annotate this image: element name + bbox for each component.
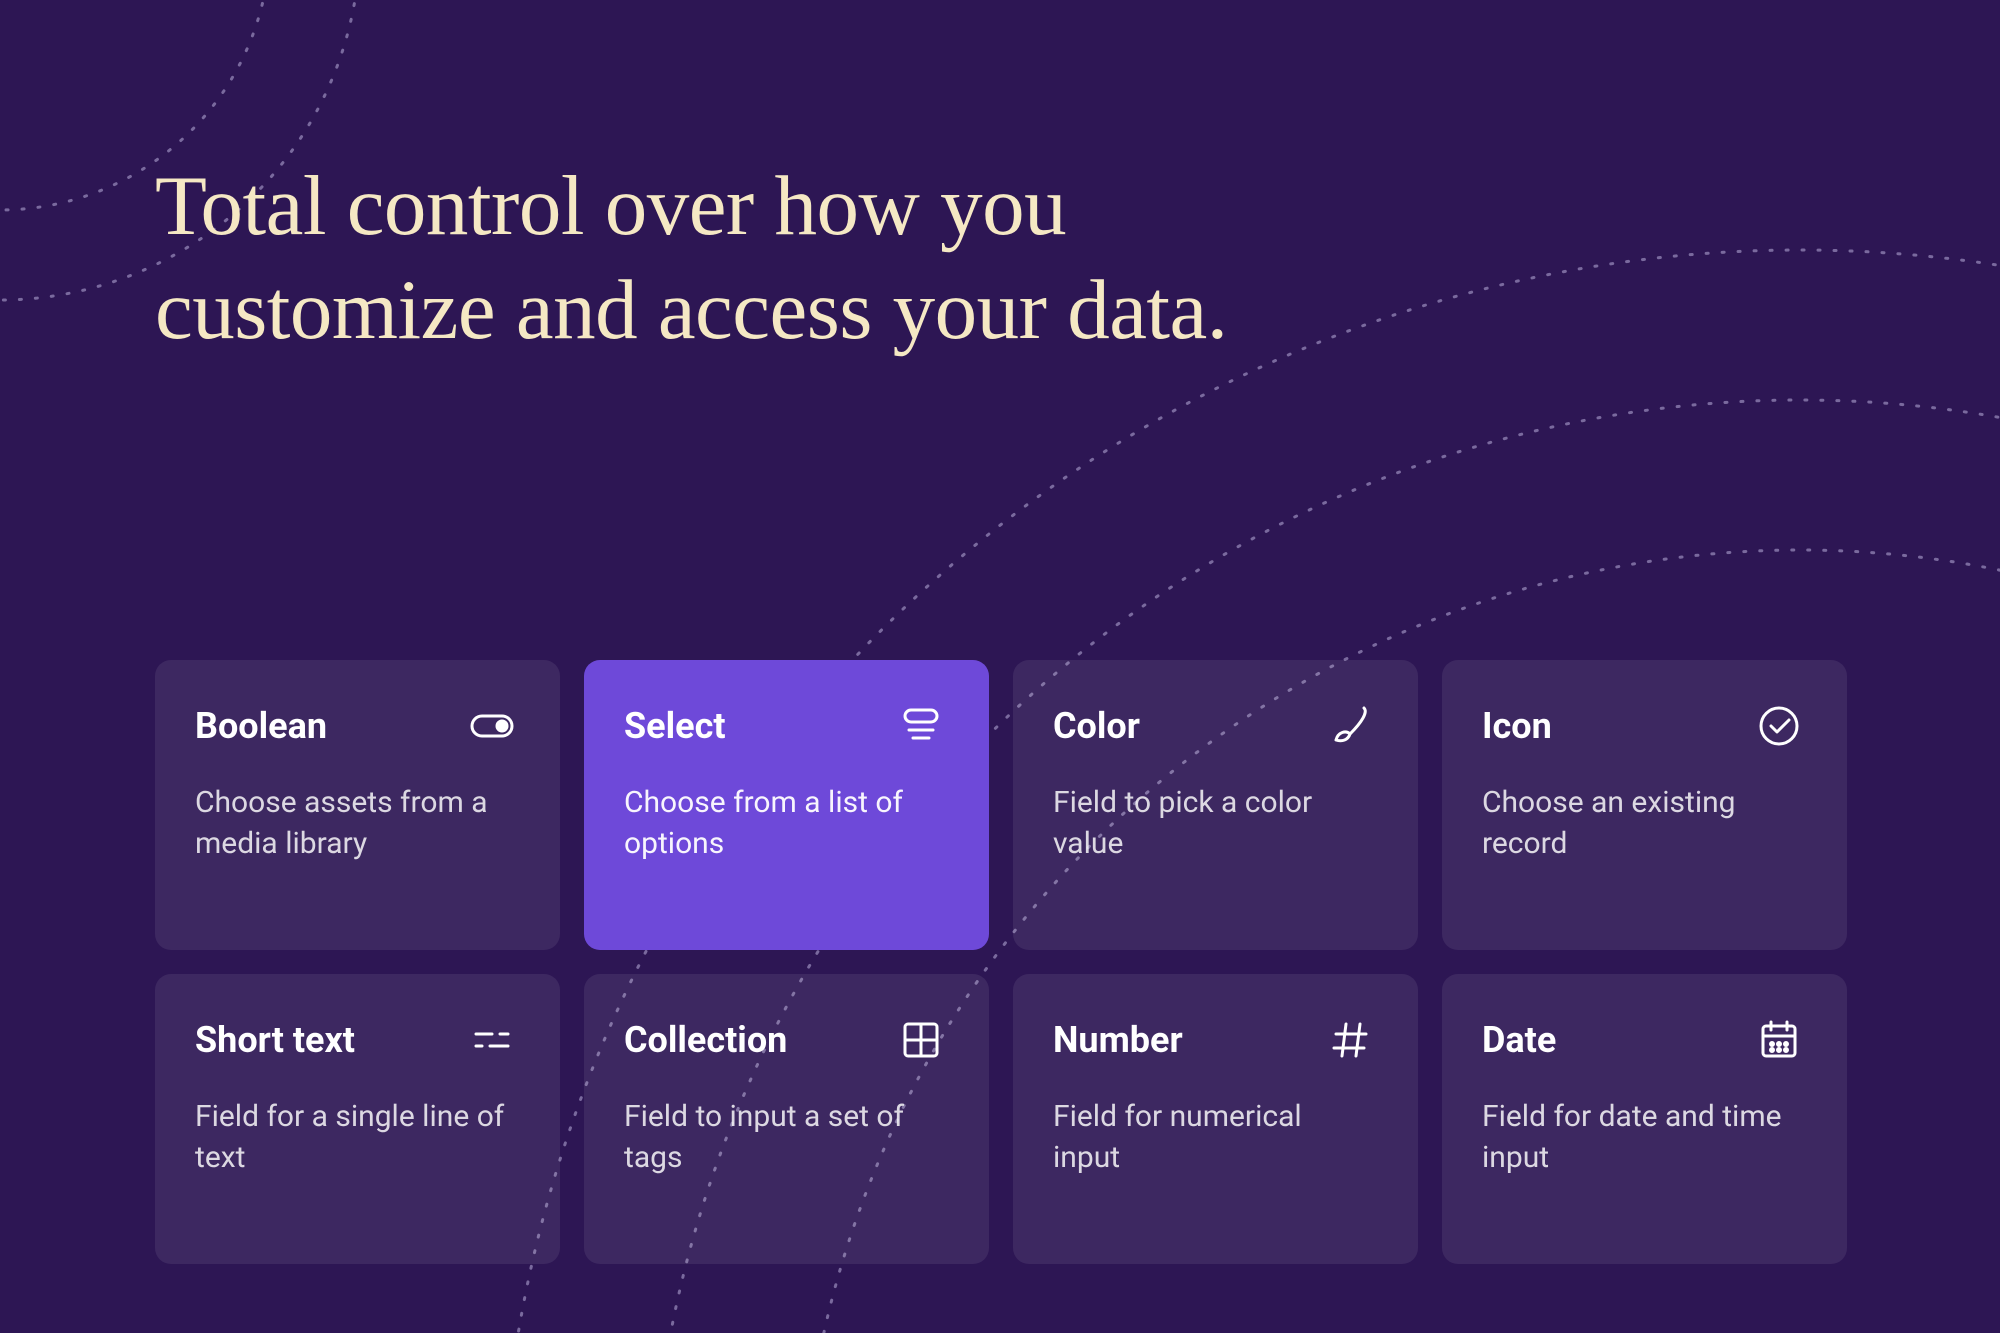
card-title: Boolean (195, 705, 327, 747)
card-description: Choose assets from a media library (195, 782, 505, 865)
calendar-icon (1751, 1012, 1807, 1068)
card-number[interactable]: Number Field for numerical input (1013, 974, 1418, 1264)
dashes-icon (464, 1012, 520, 1068)
card-collection[interactable]: Collection Field to input a set of tags (584, 974, 989, 1264)
card-select[interactable]: Select Choose from a list of options (584, 660, 989, 950)
grid-icon (893, 1012, 949, 1068)
card-description: Field to pick a color value (1053, 782, 1363, 865)
card-description: Field for a single line of text (195, 1096, 505, 1179)
card-description: Field for date and time input (1482, 1096, 1792, 1179)
brush-icon (1322, 698, 1378, 754)
toggle-icon (464, 698, 520, 754)
card-description: Field to input a set of tags (624, 1096, 934, 1179)
hero-headline: Total control over how you customize and… (155, 155, 1255, 362)
card-description: Choose from a list of options (624, 782, 934, 865)
card-title: Date (1482, 1019, 1556, 1061)
card-title: Color (1053, 705, 1140, 747)
card-boolean[interactable]: Boolean Choose assets from a media libra… (155, 660, 560, 950)
card-description: Field for numerical input (1053, 1096, 1363, 1179)
card-date[interactable]: Date Field for date and time input (1442, 974, 1847, 1264)
stack-icon (893, 698, 949, 754)
check-circle-icon (1751, 698, 1807, 754)
card-title: Number (1053, 1019, 1183, 1061)
card-title: Select (624, 705, 726, 747)
card-icon[interactable]: Icon Choose an existing record (1442, 660, 1847, 950)
card-title: Collection (624, 1019, 787, 1061)
hash-icon (1322, 1012, 1378, 1068)
card-title: Icon (1482, 705, 1552, 747)
field-type-grid: Boolean Choose assets from a media libra… (155, 660, 1847, 1264)
card-description: Choose an existing record (1482, 782, 1792, 865)
card-title: Short text (195, 1019, 355, 1061)
card-color[interactable]: Color Field to pick a color value (1013, 660, 1418, 950)
card-short-text[interactable]: Short text Field for a single line of te… (155, 974, 560, 1264)
